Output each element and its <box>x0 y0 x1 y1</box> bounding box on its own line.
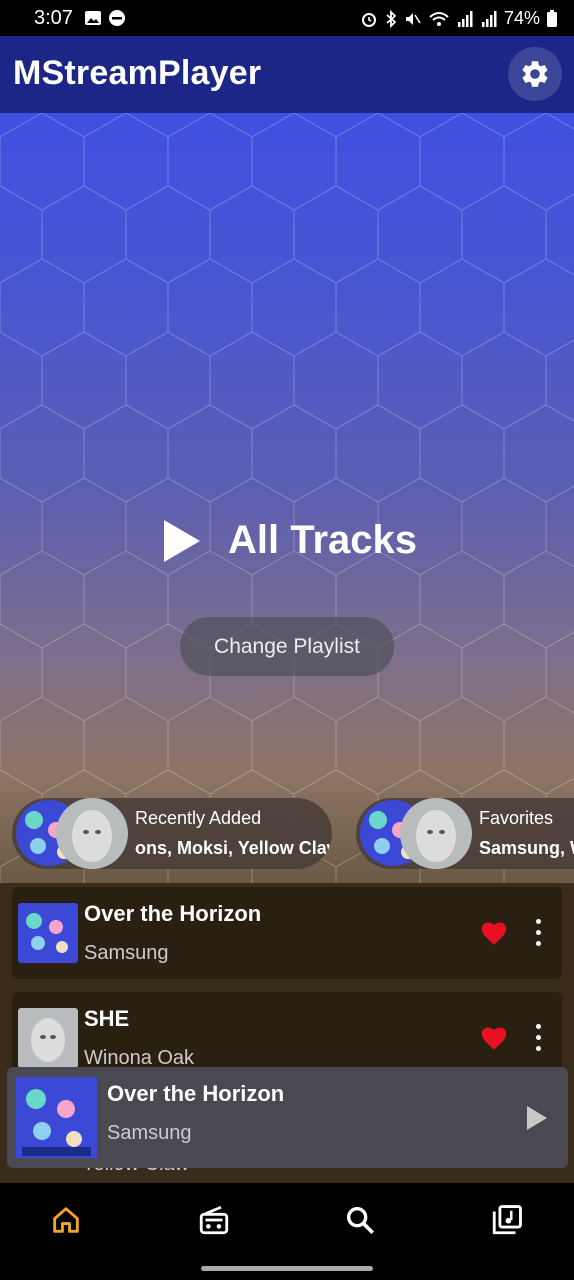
hex-pattern <box>0 113 574 883</box>
play-button[interactable] <box>527 1106 547 1130</box>
signal-icon-2 <box>481 10 497 27</box>
favorite-heart-icon[interactable] <box>480 1025 508 1051</box>
signal-icon <box>457 10 473 27</box>
now-playing-title: Over the Horizon <box>107 1081 285 1106</box>
bluetooth-icon <box>386 9 397 28</box>
album-art <box>16 1077 97 1158</box>
mute-icon <box>405 12 421 25</box>
playlist-title: All Tracks <box>228 518 418 562</box>
track-row[interactable]: Over the Horizon Samsung <box>12 887 562 979</box>
status-time: 3:07 <box>34 7 73 29</box>
playlist-artists: ons, Moksi, Yellow Claw <box>135 838 332 858</box>
hero-banner: All Tracks Change Playlist Recently Adde… <box>0 113 574 883</box>
library-icon[interactable] <box>490 1203 524 1237</box>
more-options-icon[interactable] <box>530 1024 546 1052</box>
battery-icon <box>547 9 557 27</box>
playlist-name: Favorites <box>479 808 554 828</box>
app-title: MStreamPlayer <box>13 54 262 92</box>
playlist-artists: Samsung, W <box>479 838 574 858</box>
album-art <box>56 798 128 869</box>
radio-icon[interactable] <box>197 1203 231 1237</box>
gesture-bar <box>201 1266 373 1271</box>
album-art <box>18 903 78 963</box>
track-title: SHE <box>84 1006 130 1031</box>
more-options-icon[interactable] <box>530 919 546 947</box>
track-title: Over the Horizon <box>84 901 262 926</box>
playlist-chip-recently-added[interactable]: Recently Added ons, Moksi, Yellow Claw <box>12 798 332 869</box>
play-all-button[interactable]: All Tracks <box>164 518 417 563</box>
settings-button[interactable] <box>508 47 562 101</box>
playlist-name: Recently Added <box>135 808 262 828</box>
battery-percent: 74% <box>503 8 540 28</box>
app-bar: MStreamPlayer <box>0 36 574 113</box>
now-playing-bar[interactable]: Over the Horizon Samsung <box>7 1067 568 1168</box>
gallery-icon <box>85 11 101 25</box>
gear-icon <box>522 61 548 87</box>
favorite-heart-icon[interactable] <box>480 920 508 946</box>
home-icon[interactable] <box>49 1203 83 1237</box>
search-icon[interactable] <box>343 1203 377 1237</box>
track-artist: Samsung <box>84 942 169 964</box>
playlist-chip-favorites[interactable]: Favorites Samsung, W <box>356 798 574 869</box>
dnd-icon <box>109 10 125 26</box>
album-art <box>18 1008 78 1068</box>
wifi-icon <box>429 11 449 26</box>
status-bar: 3:07 74% <box>0 0 574 36</box>
alarm-icon <box>361 12 376 27</box>
play-icon <box>164 519 200 562</box>
change-playlist-button[interactable]: Change Playlist <box>180 617 394 676</box>
now-playing-artist: Samsung <box>107 1122 192 1144</box>
album-art <box>400 798 472 869</box>
